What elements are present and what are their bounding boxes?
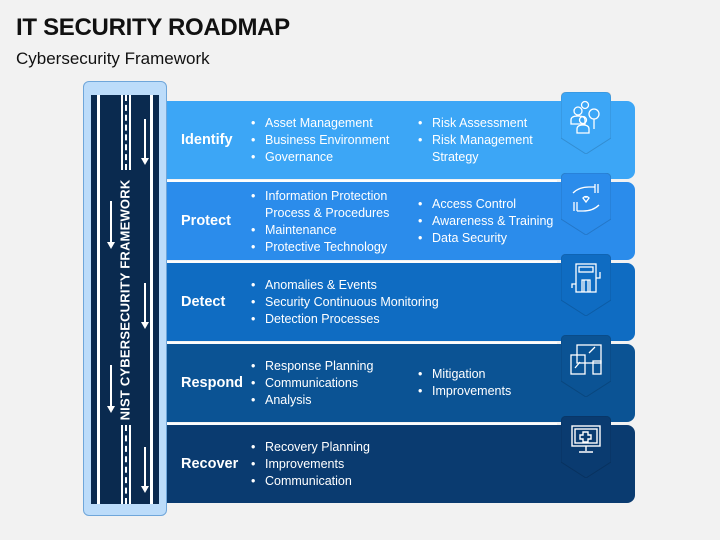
down-arrow-icon bbox=[141, 119, 149, 165]
lane-dash bbox=[125, 95, 127, 170]
security-machine-icon bbox=[561, 254, 611, 316]
row-divider bbox=[167, 180, 557, 182]
row-title: Identify bbox=[181, 132, 233, 148]
list-item: Anomalies & Events bbox=[251, 277, 439, 294]
down-arrow-icon bbox=[107, 365, 115, 413]
hands-heart-icon bbox=[561, 173, 611, 235]
list-item: Risk Assessment bbox=[418, 115, 558, 132]
devices-icon bbox=[561, 335, 611, 397]
row-col-2: Mitigation Improvements bbox=[418, 366, 511, 400]
team-search-icon bbox=[561, 92, 611, 154]
page-subtitle: Cybersecurity Framework bbox=[16, 49, 210, 68]
list-item: Maintenance bbox=[251, 222, 401, 239]
down-arrow-icon bbox=[141, 283, 149, 329]
row-col-2: Risk Assessment Risk Management Strategy bbox=[418, 115, 558, 166]
list-item: Governance bbox=[251, 149, 389, 166]
row-col-1: Response Planning Communications Analysi… bbox=[251, 358, 373, 409]
road-panel: NIST CYBERSECURITY FRAMEWORK bbox=[83, 81, 167, 516]
row-title: Protect bbox=[181, 213, 231, 229]
row-title: Detect bbox=[181, 294, 226, 310]
lane-line bbox=[121, 95, 123, 170]
list-item: Access Control bbox=[418, 196, 553, 213]
list-item: Asset Management bbox=[251, 115, 389, 132]
list-item: Detection Processes bbox=[251, 311, 439, 328]
list-item: Communication bbox=[251, 473, 370, 490]
row-divider bbox=[167, 342, 557, 344]
down-arrow-icon bbox=[107, 201, 115, 249]
list-item: Improvements bbox=[251, 456, 370, 473]
lane-line bbox=[121, 425, 123, 504]
list-item: Risk Management Strategy bbox=[418, 132, 558, 166]
list-item: Data Security bbox=[418, 230, 553, 247]
lane-line bbox=[129, 95, 131, 170]
road: NIST CYBERSECURITY FRAMEWORK bbox=[91, 95, 159, 504]
row-col-1: Asset Management Business Environment Go… bbox=[251, 115, 389, 166]
row-col-2: Access Control Awareness & Training Data… bbox=[418, 196, 553, 247]
lane-line bbox=[129, 425, 131, 504]
row-divider bbox=[167, 261, 557, 263]
monitor-health-icon bbox=[561, 416, 611, 478]
list-item: Response Planning bbox=[251, 358, 373, 375]
road-label: NIST CYBERSECURITY FRAMEWORK bbox=[117, 179, 133, 420]
page-title: IT SECURITY ROADMAP bbox=[16, 14, 290, 41]
row-divider bbox=[167, 423, 557, 425]
row-col-1: Information Protection Process & Procedu… bbox=[251, 188, 401, 256]
list-item: Awareness & Training bbox=[418, 213, 553, 230]
road-edge-left bbox=[97, 95, 100, 504]
road-edge-right bbox=[150, 95, 153, 504]
list-item: Information Protection Process & Procedu… bbox=[251, 188, 401, 222]
row-title: Respond bbox=[181, 375, 244, 391]
row-col-1: Anomalies & Events Security Continuous M… bbox=[251, 277, 439, 328]
list-item: Mitigation bbox=[418, 366, 511, 383]
list-item: Recovery Planning bbox=[251, 439, 370, 456]
list-item: Protective Technology bbox=[251, 239, 401, 256]
list-item: Improvements bbox=[418, 383, 511, 400]
row-col-1: Recovery Planning Improvements Communica… bbox=[251, 439, 370, 490]
list-item: Business Environment bbox=[251, 132, 389, 149]
list-item: Communications bbox=[251, 375, 373, 392]
lane-dash bbox=[125, 425, 127, 504]
list-item: Security Continuous Monitoring bbox=[251, 294, 439, 311]
list-item: Analysis bbox=[251, 392, 373, 409]
down-arrow-icon bbox=[141, 447, 149, 493]
row-title: Recover bbox=[181, 456, 239, 472]
